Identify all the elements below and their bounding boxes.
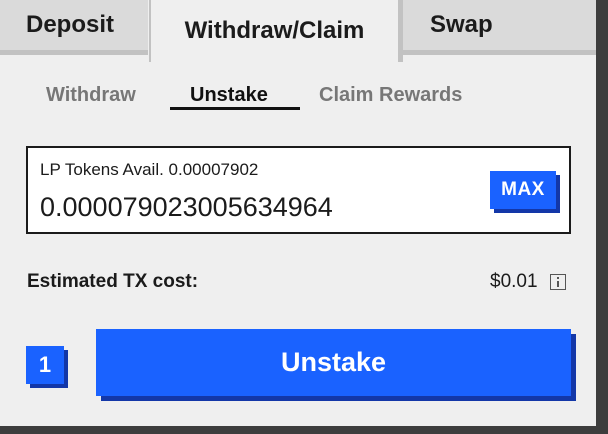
subtab-unstake[interactable]: Unstake <box>190 84 268 107</box>
max-button[interactable]: MAX <box>490 171 556 209</box>
estimated-tx-cost-label: Estimated TX cost: <box>27 271 199 292</box>
tab-deposit[interactable]: Deposit <box>0 0 148 55</box>
subtab-claim-rewards[interactable]: Claim Rewards <box>319 84 462 107</box>
tab-withdraw-claim[interactable]: Withdraw/Claim <box>149 0 403 62</box>
amount-input[interactable] <box>40 190 470 224</box>
step-number-badge: 1 <box>26 346 64 384</box>
active-subtab-underline <box>170 107 300 110</box>
lp-tokens-available-label: LP Tokens Avail. 0.00007902 <box>40 160 259 179</box>
estimated-tx-cost-value: $0.01 <box>490 271 538 292</box>
tab-swap[interactable]: Swap <box>403 0 596 55</box>
amount-input-box: LP Tokens Avail. 0.00007902 MAX <box>26 146 571 234</box>
subtab-withdraw[interactable]: Withdraw <box>46 84 136 107</box>
main-tabs: Deposit Withdraw/Claim Swap <box>0 0 596 62</box>
unstake-panel: Deposit Withdraw/Claim Swap Withdraw Uns… <box>0 0 596 426</box>
info-icon[interactable] <box>550 274 566 290</box>
unstake-button[interactable]: Unstake <box>96 329 571 396</box>
